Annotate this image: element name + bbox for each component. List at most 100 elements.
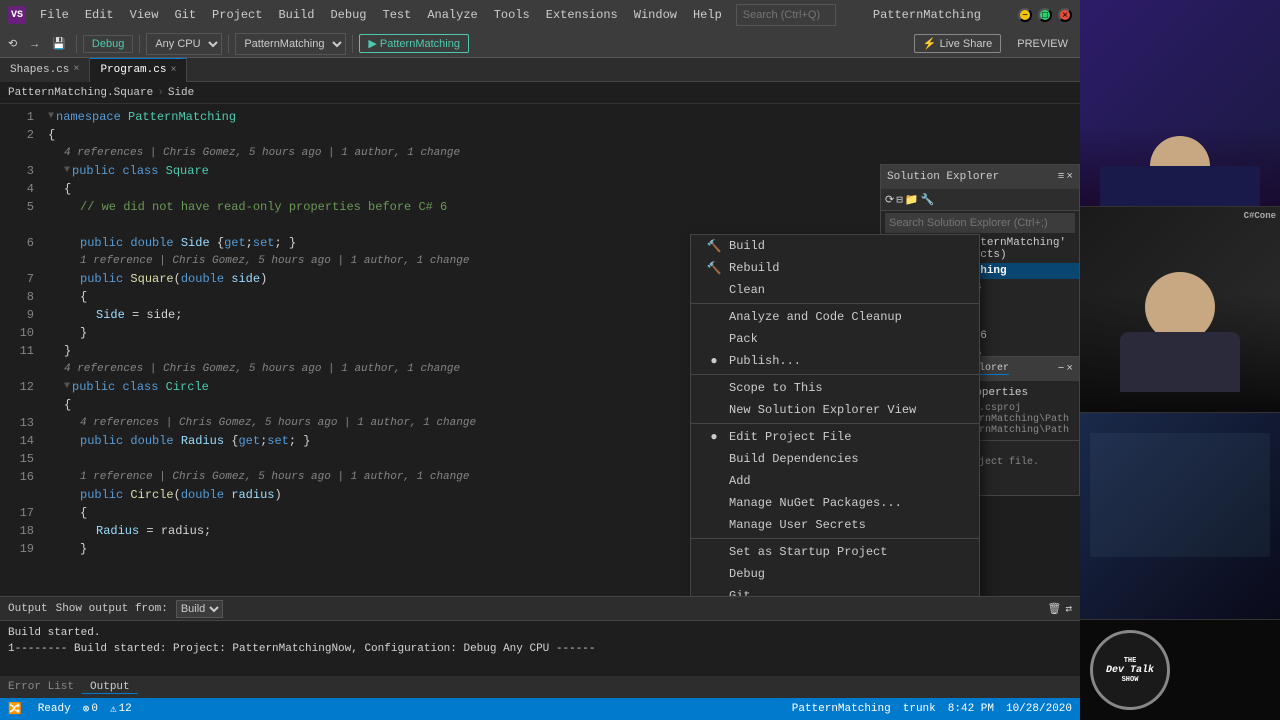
menu-tools[interactable]: Tools xyxy=(488,6,536,24)
output-wrap-icon[interactable]: ⇄ xyxy=(1065,602,1072,616)
output-clear-icon[interactable]: 🗑 xyxy=(1047,602,1061,616)
dev-talk-logo: THE Dev Talk SHOW xyxy=(1090,630,1170,710)
ctx-set-startup[interactable]: Set as Startup Project xyxy=(691,541,979,563)
ctx-rebuild[interactable]: 🔨Rebuild xyxy=(691,257,979,279)
breadcrumb-namespace[interactable]: PatternMatching.Square xyxy=(8,87,153,99)
build-icon: 🔨 xyxy=(707,239,721,253)
global-search-input[interactable] xyxy=(736,4,836,26)
show-from-label: Show output from: xyxy=(56,603,168,615)
warning-icon: ⚠ xyxy=(110,702,117,716)
menu-build[interactable]: Build xyxy=(272,6,320,24)
ctx-scope[interactable]: Scope to This xyxy=(691,377,979,399)
git-icon: 🔀 xyxy=(8,702,22,716)
webcam-panel-top xyxy=(1080,0,1280,207)
date-status: 10/28/2020 xyxy=(1006,703,1072,715)
ctx-add[interactable]: Add xyxy=(691,470,979,492)
panel-close-icon[interactable]: × xyxy=(1066,171,1073,183)
output-toolbar-icons: 🗑 ⇄ xyxy=(1047,602,1072,616)
menu-edit[interactable]: Edit xyxy=(79,6,120,24)
webcam-panel-bottom xyxy=(1080,413,1280,620)
analyze-icon xyxy=(707,310,721,324)
output-source-dropdown[interactable]: Build xyxy=(176,600,223,618)
ctx-user-secrets[interactable]: Manage User Secrets xyxy=(691,514,979,536)
menu-analyze[interactable]: Analyze xyxy=(421,6,483,24)
output-tab[interactable]: Output xyxy=(82,681,138,694)
menu-window[interactable]: Window xyxy=(628,6,683,24)
ctx-git[interactable]: Git xyxy=(691,585,979,596)
ctx-build-deps[interactable]: Build Dependencies xyxy=(691,448,979,470)
minimize-button[interactable]: − xyxy=(1018,8,1032,22)
solution-explorer-title: Solution Explorer xyxy=(887,171,999,183)
webcam-panel-middle: C#Cone xyxy=(1080,207,1280,414)
close-tab-shapes[interactable]: × xyxy=(73,64,79,75)
project-name-status: PatternMatching xyxy=(792,703,891,715)
sync-icon[interactable]: ⟳ xyxy=(885,193,894,207)
main-toolbar: ⟲ → 💾 Debug Any CPU PatternMatching ▶ Pa… xyxy=(0,30,1080,58)
run-button[interactable]: ▶ PatternMatching xyxy=(359,34,469,53)
context-menu: 🔨Build 🔨Rebuild Clean Analyze and Code C… xyxy=(690,234,980,596)
error-list-tab[interactable]: Error List xyxy=(0,681,82,693)
toolbar-undo[interactable]: ⟲ xyxy=(4,33,21,55)
ctx-pack[interactable]: Pack xyxy=(691,328,979,350)
title-bar: VS File Edit View Git Project Build Debu… xyxy=(0,0,1080,30)
breadcrumb: PatternMatching.Square › Side xyxy=(0,82,1080,104)
menu-git[interactable]: Git xyxy=(168,6,202,24)
toolbar-sep4 xyxy=(352,35,353,53)
solution-search-input[interactable] xyxy=(885,213,1075,233)
project-dropdown[interactable]: PatternMatching xyxy=(235,33,346,55)
toolbar-redo[interactable]: → xyxy=(25,33,44,55)
ctx-new-view[interactable]: New Solution Explorer View xyxy=(691,399,979,421)
clean-icon xyxy=(707,283,721,297)
properties-panel-icon[interactable]: 🔧 xyxy=(921,193,935,207)
toolbar-save[interactable]: 💾 xyxy=(48,33,70,55)
output-content: Build started. 1-------- Build started: … xyxy=(0,621,1080,661)
menu-extensions[interactable]: Extensions xyxy=(540,6,624,24)
maximize-button[interactable]: □ xyxy=(1038,8,1052,22)
tab-program[interactable]: Program.cs × xyxy=(90,58,187,82)
preview-button[interactable]: PREVIEW xyxy=(1009,36,1076,52)
errors-badge[interactable]: ⊗ 0 xyxy=(83,702,98,716)
toolbar-sep1 xyxy=(76,35,77,53)
breadcrumb-member[interactable]: Side xyxy=(168,87,194,99)
close-button[interactable]: × xyxy=(1058,8,1072,22)
editor-area: 1 2 3 4 5 6 7 8 9 10 11 12 13 14 15 xyxy=(0,104,1080,596)
solution-panel-toolbar: ⟳ ⊟ 📁 🔧 xyxy=(881,189,1079,211)
menu-view[interactable]: View xyxy=(124,6,165,24)
ctx-nuget[interactable]: Manage NuGet Packages... xyxy=(691,492,979,514)
menu-help[interactable]: Help xyxy=(687,6,728,24)
close-tab-program[interactable]: × xyxy=(170,65,176,76)
ctx-build[interactable]: 🔨Build xyxy=(691,235,979,257)
collapse-icon[interactable]: ⊟ xyxy=(896,193,903,207)
ready-status: Ready xyxy=(38,703,71,715)
menu-project[interactable]: Project xyxy=(206,6,268,24)
show-all-files-icon[interactable]: 📁 xyxy=(905,193,919,207)
ctx-analyze[interactable]: Analyze and Code Cleanup xyxy=(691,306,979,328)
branch-status: trunk xyxy=(903,703,936,715)
status-right: PatternMatching trunk 8:42 PM 10/28/2020 xyxy=(792,703,1072,715)
publish-icon: ● xyxy=(707,354,721,368)
solution-explorer-header: Solution Explorer ≡ × xyxy=(881,165,1079,189)
ctx-sep4 xyxy=(691,538,979,539)
tab-shapes[interactable]: Shapes.cs × xyxy=(0,58,90,82)
ctx-debug[interactable]: Debug xyxy=(691,563,979,585)
window-title: PatternMatching xyxy=(844,8,1010,22)
platform-dropdown[interactable]: Any CPU xyxy=(146,33,222,55)
panel-toolbar-icon[interactable]: ≡ xyxy=(1058,171,1065,183)
live-share-button[interactable]: ⚡ Live Share xyxy=(914,34,1001,53)
menu-test[interactable]: Test xyxy=(377,6,418,24)
ctx-publish[interactable]: ●Publish... xyxy=(691,350,979,372)
ctx-edit-project[interactable]: ●Edit Project File xyxy=(691,426,979,448)
menu-debug[interactable]: Debug xyxy=(324,6,372,24)
ctx-clean[interactable]: Clean xyxy=(691,279,979,301)
menu-file[interactable]: File xyxy=(34,6,75,24)
output-panel: Output Show output from: Build 🗑 ⇄ Build… xyxy=(0,596,1080,676)
code-line-2: { xyxy=(48,126,1072,144)
output-label: Output xyxy=(8,603,48,615)
warnings-badge[interactable]: ⚠ 12 xyxy=(110,702,132,716)
debug-mode-btn[interactable]: Debug xyxy=(83,35,133,53)
props-min-icon[interactable]: − xyxy=(1058,363,1065,375)
editor-tab-bar: Shapes.cs × Program.cs × xyxy=(0,58,1080,82)
props-close-icon[interactable]: × xyxy=(1066,363,1073,375)
ctx-sep2 xyxy=(691,374,979,375)
output-line-2: 1-------- Build started: Project: Patter… xyxy=(8,641,1072,657)
